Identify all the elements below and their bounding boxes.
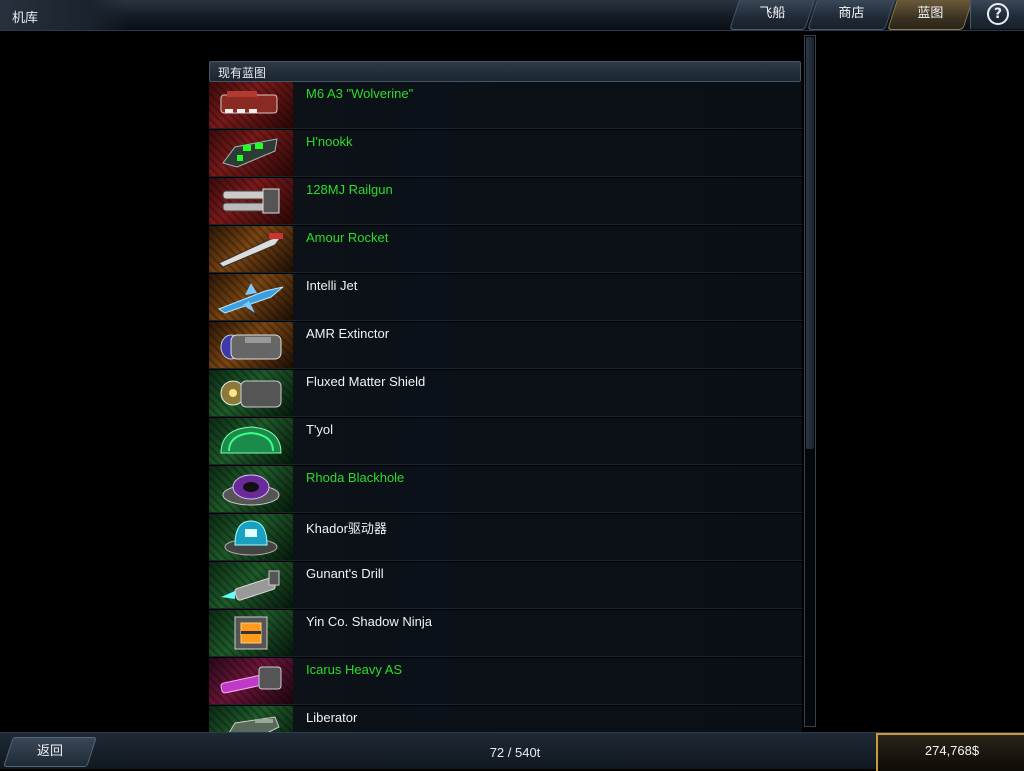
item-thumbnail — [209, 562, 293, 608]
blueprint-list[interactable]: M6 A3 "Wolverine" H'nookk 128MJ Railgun Amo… — [209, 82, 802, 732]
item-name: T'yol — [306, 422, 334, 437]
item-thumbnail — [209, 178, 293, 224]
item-thumbnail — [209, 418, 293, 464]
tab-label: 商店 — [838, 6, 865, 21]
railgun-icon — [215, 181, 287, 221]
missile-pod-icon — [215, 709, 287, 732]
item-name: Intelli Jet — [306, 278, 358, 293]
tab-ships[interactable]: 飞船 — [729, 0, 815, 30]
list-item[interactable]: 128MJ Railgun — [209, 178, 802, 225]
alien-shield-icon — [215, 421, 287, 461]
list-item[interactable]: Rhoda Blackhole — [209, 466, 802, 513]
top-bar: 机库 飞船 商店 蓝图 ? — [0, 0, 1024, 31]
item-thumbnail — [209, 82, 293, 128]
help-icon: ? — [987, 3, 1009, 25]
window-title: 机库 — [12, 11, 39, 26]
list-item[interactable]: Khador驱动器 — [209, 514, 802, 561]
item-name: Yin Co. Shadow Ninja — [306, 614, 432, 629]
item-name: AMR Extinctor — [306, 326, 390, 341]
item-name: Rhoda Blackhole — [306, 470, 405, 485]
bottom-bar: 返回 72 / 540t 274,768$ — [0, 732, 1024, 771]
list-item[interactable]: Amour Rocket — [209, 226, 802, 273]
list-item[interactable]: Yin Co. Shadow Ninja — [209, 610, 802, 657]
torpedo-launcher-icon — [215, 325, 287, 365]
tab-label: 蓝图 — [917, 6, 944, 21]
rocket-icon — [215, 229, 287, 269]
item-thumbnail — [209, 130, 293, 176]
item-name: Icarus Heavy AS — [306, 662, 403, 677]
section-title: 现有蓝图 — [218, 66, 267, 80]
scrollbar-thumb[interactable] — [806, 37, 814, 449]
cargo-capacity: 72 / 540t — [489, 745, 541, 760]
list-item[interactable]: T'yol — [209, 418, 802, 465]
item-name: 128MJ Railgun — [306, 182, 393, 197]
item-thumbnail — [209, 226, 293, 272]
item-thumbnail — [209, 322, 293, 368]
alien-cannon-icon — [215, 133, 287, 173]
list-item[interactable]: M6 A3 "Wolverine" — [209, 82, 802, 129]
back-button[interactable]: 返回 — [3, 737, 97, 767]
blackhole-device-icon — [215, 469, 287, 509]
item-name: Liberator — [306, 710, 358, 725]
item-name: Fluxed Matter Shield — [306, 374, 426, 389]
list-item[interactable]: Intelli Jet — [209, 274, 802, 321]
list-item[interactable]: Liberator — [209, 706, 802, 732]
tab-blueprints[interactable]: 蓝图 — [887, 0, 973, 30]
item-name: M6 A3 "Wolverine" — [306, 86, 414, 101]
item-name: Amour Rocket — [306, 230, 389, 245]
heavy-cannon-icon — [215, 661, 287, 701]
list-item[interactable]: Icarus Heavy AS — [209, 658, 802, 705]
item-thumbnail — [209, 514, 293, 560]
section-header: 现有蓝图 — [209, 61, 801, 82]
item-thumbnail — [209, 370, 293, 416]
item-name: H'nookk — [306, 134, 353, 149]
jet-icon — [215, 277, 287, 317]
item-thumbnail — [209, 706, 293, 732]
title-plate: 机库 — [0, 0, 128, 30]
list-item[interactable]: Gunant's Drill — [209, 562, 802, 609]
drill-icon — [215, 565, 287, 605]
item-name: Gunant's Drill — [306, 566, 384, 581]
list-item[interactable]: H'nookk — [209, 130, 802, 177]
list-item[interactable]: Fluxed Matter Shield — [209, 370, 802, 417]
credits-display: 274,768$ — [876, 733, 1024, 771]
item-thumbnail — [209, 658, 293, 704]
scrollbar[interactable] — [804, 35, 816, 727]
cloak-module-icon — [215, 613, 287, 653]
tab-label: 飞船 — [759, 6, 786, 21]
cannon-icon — [215, 85, 287, 125]
item-thumbnail — [209, 274, 293, 320]
credits-value: 274,768$ — [924, 743, 980, 758]
item-thumbnail — [209, 610, 293, 656]
drive-icon — [215, 517, 287, 557]
help-button[interactable]: ? — [970, 0, 1024, 29]
item-name: Khador驱动器 — [306, 521, 387, 536]
tab-shop[interactable]: 商店 — [807, 0, 895, 30]
list-item[interactable]: AMR Extinctor — [209, 322, 802, 369]
shield-icon — [215, 373, 287, 413]
item-thumbnail — [209, 466, 293, 512]
back-label: 返回 — [36, 744, 63, 759]
